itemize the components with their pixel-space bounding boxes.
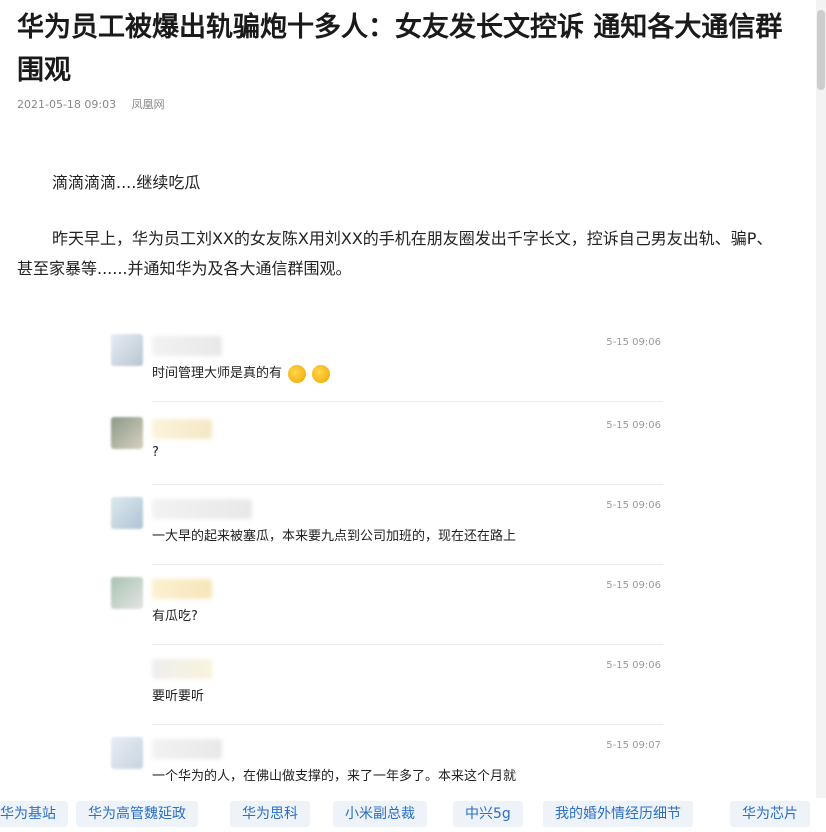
related-tags-bar: 华为基站 华为高管魏延政 华为思科 小米副总裁 中兴5g 我的婚外情经历细节 华…: [0, 798, 826, 828]
message-time: 5-15 09:06: [606, 580, 661, 591]
chat-message: 5-15 09:06 ?: [108, 405, 663, 485]
article-paragraph: 滴滴滴滴....继续吃瓜: [52, 173, 201, 192]
tag-link[interactable]: 华为思科: [230, 801, 310, 827]
tag-link[interactable]: 我的婚外情经历细节: [543, 801, 693, 827]
blurred-username: [152, 499, 252, 519]
chat-message: 5-15 09:07 一个华为的人，在佛山做支撑的，来了一年多了。本来这个月就: [108, 725, 663, 800]
message-text: 有瓜吃?: [152, 609, 198, 624]
chat-message: 5-15 09:06 时间管理大师是真的有: [108, 322, 663, 402]
message-text: 一个华为的人，在佛山做支撑的，来了一年多了。本来这个月就: [152, 769, 517, 784]
message-time: 5-15 09:06: [606, 500, 661, 511]
tag-link[interactable]: 中兴5g: [453, 801, 523, 827]
laughing-emoji-icon: [288, 364, 307, 383]
blurred-username: [152, 739, 222, 759]
avatar: [111, 577, 143, 609]
tag-link[interactable]: 华为芯片: [730, 801, 810, 827]
chat-message: 5-15 09:06 有瓜吃?: [108, 565, 663, 645]
blurred-username: [152, 336, 222, 356]
article-paragraph: 昨天早上，华为员工刘XX的女友陈X用刘XX的手机在朋友圈发出千字长文，控诉自己男…: [17, 229, 773, 278]
message-time: 5-15 09:06: [606, 337, 661, 348]
article-meta: 2021-05-18 09:03 凤凰网: [17, 96, 177, 112]
chat-message: 5-15 09:06 一大早的起来被塞瓜，本来要九点到公司加班的，现在还在路上: [108, 485, 663, 565]
avatar: [111, 417, 143, 449]
blurred-username: [152, 419, 212, 439]
chat-screenshot-image: 5-15 09:06 时间管理大师是真的有 5-15 09:06 ? 5-15 …: [108, 322, 668, 800]
tag-link[interactable]: 华为基站: [0, 801, 68, 827]
message-time: 5-15 09:07: [606, 740, 661, 751]
divider: [152, 401, 663, 402]
tag-link[interactable]: 华为高管魏延政: [76, 801, 198, 827]
message-text: 时间管理大师是真的有: [152, 362, 331, 383]
publish-date: 2021-05-18 09:03: [17, 98, 117, 111]
laughing-emoji-icon: [312, 364, 331, 383]
chat-message: 5-15 09:06 要听要听: [108, 645, 663, 725]
article-source[interactable]: 凤凰网: [132, 98, 165, 111]
blurred-username: [152, 659, 212, 679]
article-title: 华为员工被爆出轨骗炮十多人：女友发长文控诉 通知各大通信群围观: [17, 12, 783, 86]
message-text: 一大早的起来被塞瓜，本来要九点到公司加班的，现在还在路上: [152, 529, 517, 544]
message-time: 5-15 09:06: [606, 660, 661, 671]
avatar: [111, 497, 143, 529]
avatar: [111, 737, 143, 769]
avatar: [111, 334, 143, 366]
message-time: 5-15 09:06: [606, 420, 661, 431]
message-text: 要听要听: [152, 689, 205, 704]
scrollbar-thumb[interactable]: [817, 10, 825, 90]
message-text: ?: [152, 445, 159, 460]
tag-link[interactable]: 小米副总裁: [333, 801, 427, 827]
scrollbar[interactable]: [816, 0, 826, 800]
blurred-username: [152, 579, 212, 599]
